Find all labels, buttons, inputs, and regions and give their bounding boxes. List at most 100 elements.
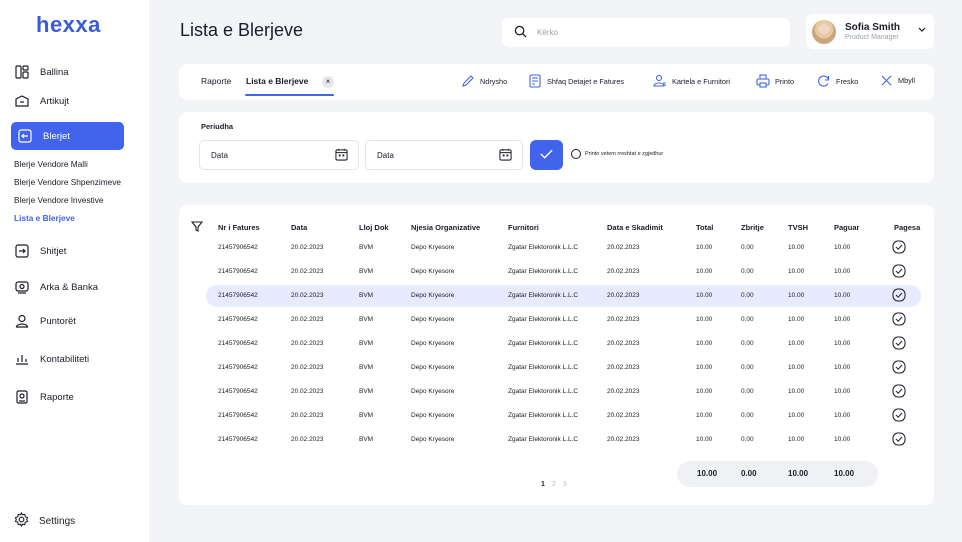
tab-lista-e-blerjeve[interactable]: Lista e Blerjeve: [246, 76, 308, 86]
payment-check-icon[interactable]: [892, 264, 906, 280]
cell-total: 10.00: [696, 388, 713, 395]
cell-due-date: 20.02.2023: [607, 292, 640, 299]
header-data-e-skadimit[interactable]: Data e Skadimit: [607, 223, 663, 232]
date-to-field[interactable]: Data: [365, 140, 523, 170]
cell-due-date: 20.02.2023: [607, 436, 640, 443]
shfaq-detajet-button[interactable]: Shfaq Detajet e Fatures: [528, 74, 624, 88]
filter-icon[interactable]: [190, 221, 204, 234]
table-row[interactable]: 21457906542 20.02.2023 BVM Depo Kryesore Zga…: [206, 405, 921, 427]
printo-button[interactable]: Printo: [756, 74, 794, 88]
tab-close-icon[interactable]: ×: [322, 76, 334, 88]
table-row[interactable]: 21457906542 20.02.2023 BVM Depo Kryesore Zga…: [206, 381, 921, 403]
refresh-icon: [817, 74, 831, 88]
sidebar-subitem-blerje-vendore-investive[interactable]: Blerje Vendore Investive: [14, 195, 103, 205]
cell-total: 10.00: [696, 268, 713, 275]
table-row[interactable]: 21457906542 20.02.2023 BVM Depo Kryesore Zga…: [206, 237, 921, 259]
cell-due-date: 20.02.2023: [607, 340, 640, 347]
sidebar-item-artikujt[interactable]: Artikujt: [14, 90, 69, 112]
page-1[interactable]: 1: [541, 481, 545, 488]
payment-check-icon[interactable]: [892, 384, 906, 400]
header-zbritje[interactable]: Zbritje: [741, 223, 764, 232]
page-2[interactable]: 2: [552, 481, 556, 488]
table-row[interactable]: 21457906542 20.02.2023 BVM Depo Kryesore Zga…: [206, 261, 921, 283]
search-input[interactable]: [537, 28, 767, 37]
sidebar-item-raporte[interactable]: Raporte: [14, 386, 74, 408]
table-row[interactable]: 21457906542 20.02.2023 BVM Depo Kryesore Zga…: [206, 357, 921, 379]
cell-vat: 10.00: [788, 244, 805, 251]
purchase-icon: [17, 128, 33, 144]
payment-check-icon[interactable]: [892, 312, 906, 328]
kartela-furnitori-label: Kartela e Furnitori: [672, 76, 730, 86]
chevron-down-icon: [918, 25, 926, 35]
header-furnitori[interactable]: Furnitori: [508, 223, 539, 232]
printo-label: Printo: [775, 76, 795, 86]
header-nr-fatures[interactable]: Nr i Fatures: [218, 223, 260, 232]
cell-vat: 10.00: [788, 436, 805, 443]
avatar: [812, 19, 836, 44]
sidebar-subitem-lista-e-blerjeve[interactable]: Lista e Blerjeve: [14, 213, 75, 223]
ndrysho-button[interactable]: Ndrysho: [461, 74, 507, 88]
bank-icon: [14, 279, 30, 295]
header-data[interactable]: Data: [291, 223, 307, 232]
apply-filter-button[interactable]: [530, 140, 563, 170]
calendar-icon[interactable]: [499, 148, 512, 163]
sidebar-item-blerjet[interactable]: Blerjet: [11, 122, 124, 150]
settings-button[interactable]: Settings: [14, 511, 75, 530]
sidebar-item-kontabiliteti[interactable]: Kontabiliteti: [14, 348, 89, 370]
cell-vat: 10.00: [788, 292, 805, 299]
calendar-icon[interactable]: [335, 148, 348, 163]
header-tvsh[interactable]: TVSH: [788, 223, 808, 232]
cell-due-date: 20.02.2023: [607, 268, 640, 275]
cell-due-date: 20.02.2023: [607, 388, 640, 395]
cell-invoice-number: 21457906542: [218, 268, 258, 275]
cell-org-unit: Depo Kryesore: [411, 412, 455, 419]
payment-check-icon[interactable]: [892, 336, 906, 352]
header-pagesa[interactable]: Pagesa: [894, 223, 920, 232]
fresko-label: Fresko: [836, 76, 859, 86]
header-njesia-organizative[interactable]: Njesia Organizative: [411, 223, 480, 232]
date-to-value: Data: [377, 150, 394, 160]
cell-total: 10.00: [696, 412, 713, 419]
fresko-button[interactable]: Fresko: [817, 74, 858, 88]
payment-check-icon[interactable]: [892, 432, 906, 448]
user-profile-menu[interactable]: Sofia Smith Product Manager: [806, 14, 934, 49]
user-role: Product Manager: [845, 34, 899, 41]
kartela-furnitori-button[interactable]: Kartela e Furnitori: [653, 74, 730, 88]
header-total[interactable]: Total: [696, 223, 713, 232]
table-row[interactable]: 21457906542 20.02.2023 BVM Depo Kryesore Zga…: [206, 309, 921, 331]
search-icon: [514, 25, 527, 40]
payment-check-icon[interactable]: [892, 360, 906, 376]
mbyll-button[interactable]: Mbyll: [880, 74, 915, 87]
totals-bar: 10.00 0.00 10.00 10.00: [677, 461, 878, 487]
cell-date: 20.02.2023: [291, 412, 324, 419]
sidebar-subitem-blerje-vendore-shpenzimeve[interactable]: Blerje Vendore Shpenzimeve: [14, 177, 121, 187]
sidebar-item-shitjet[interactable]: Shitjet: [14, 240, 66, 262]
cell-supplier: Zgatar Elektoronik L.L.C: [508, 316, 579, 323]
header-paguar[interactable]: Paguar: [834, 223, 859, 232]
report-icon: [14, 389, 30, 405]
sidebar-item-label: Shitjet: [40, 245, 67, 257]
payment-check-icon[interactable]: [892, 408, 906, 424]
cell-doc-type: BVM: [359, 268, 374, 275]
page-3[interactable]: 3: [563, 481, 567, 488]
search-bar[interactable]: [502, 18, 790, 47]
date-from-field[interactable]: Data: [199, 140, 359, 170]
header-lloj-dok[interactable]: Lloj Dok: [359, 223, 389, 232]
payment-check-icon[interactable]: [892, 240, 906, 256]
cell-discount: 0.00: [741, 436, 754, 443]
sidebar-subitem-blerje-vendore-malli[interactable]: Blerje Vendore Malli: [14, 159, 88, 169]
table-row[interactable]: 21457906542 20.02.2023 BVM Depo Kryesore Zga…: [206, 333, 921, 355]
sidebar-item-puntoret[interactable]: Puntorët: [14, 310, 76, 332]
printer-icon: [756, 74, 770, 88]
cell-total: 10.00: [696, 244, 713, 251]
sidebar-item-ballina[interactable]: Ballina: [14, 61, 69, 83]
table-row[interactable]: 21457906542 20.02.2023 BVM Depo Kryesore Zga…: [206, 429, 921, 451]
sidebar-item-arka-banka[interactable]: Arka & Banka: [14, 276, 98, 298]
tab-raporte[interactable]: Raporte: [201, 76, 231, 86]
cell-invoice-number: 21457906542: [218, 412, 258, 419]
cell-org-unit: Depo Kryesore: [411, 436, 455, 443]
payment-check-icon[interactable]: [892, 288, 906, 304]
print-selected-checkbox[interactable]: Printo vetem rreshtat e zgjedhur: [571, 149, 663, 159]
table-row[interactable]: 21457906542 20.02.2023 BVM Depo Kryesore Zga…: [206, 285, 921, 307]
checkbox-circle[interactable]: [571, 149, 581, 159]
